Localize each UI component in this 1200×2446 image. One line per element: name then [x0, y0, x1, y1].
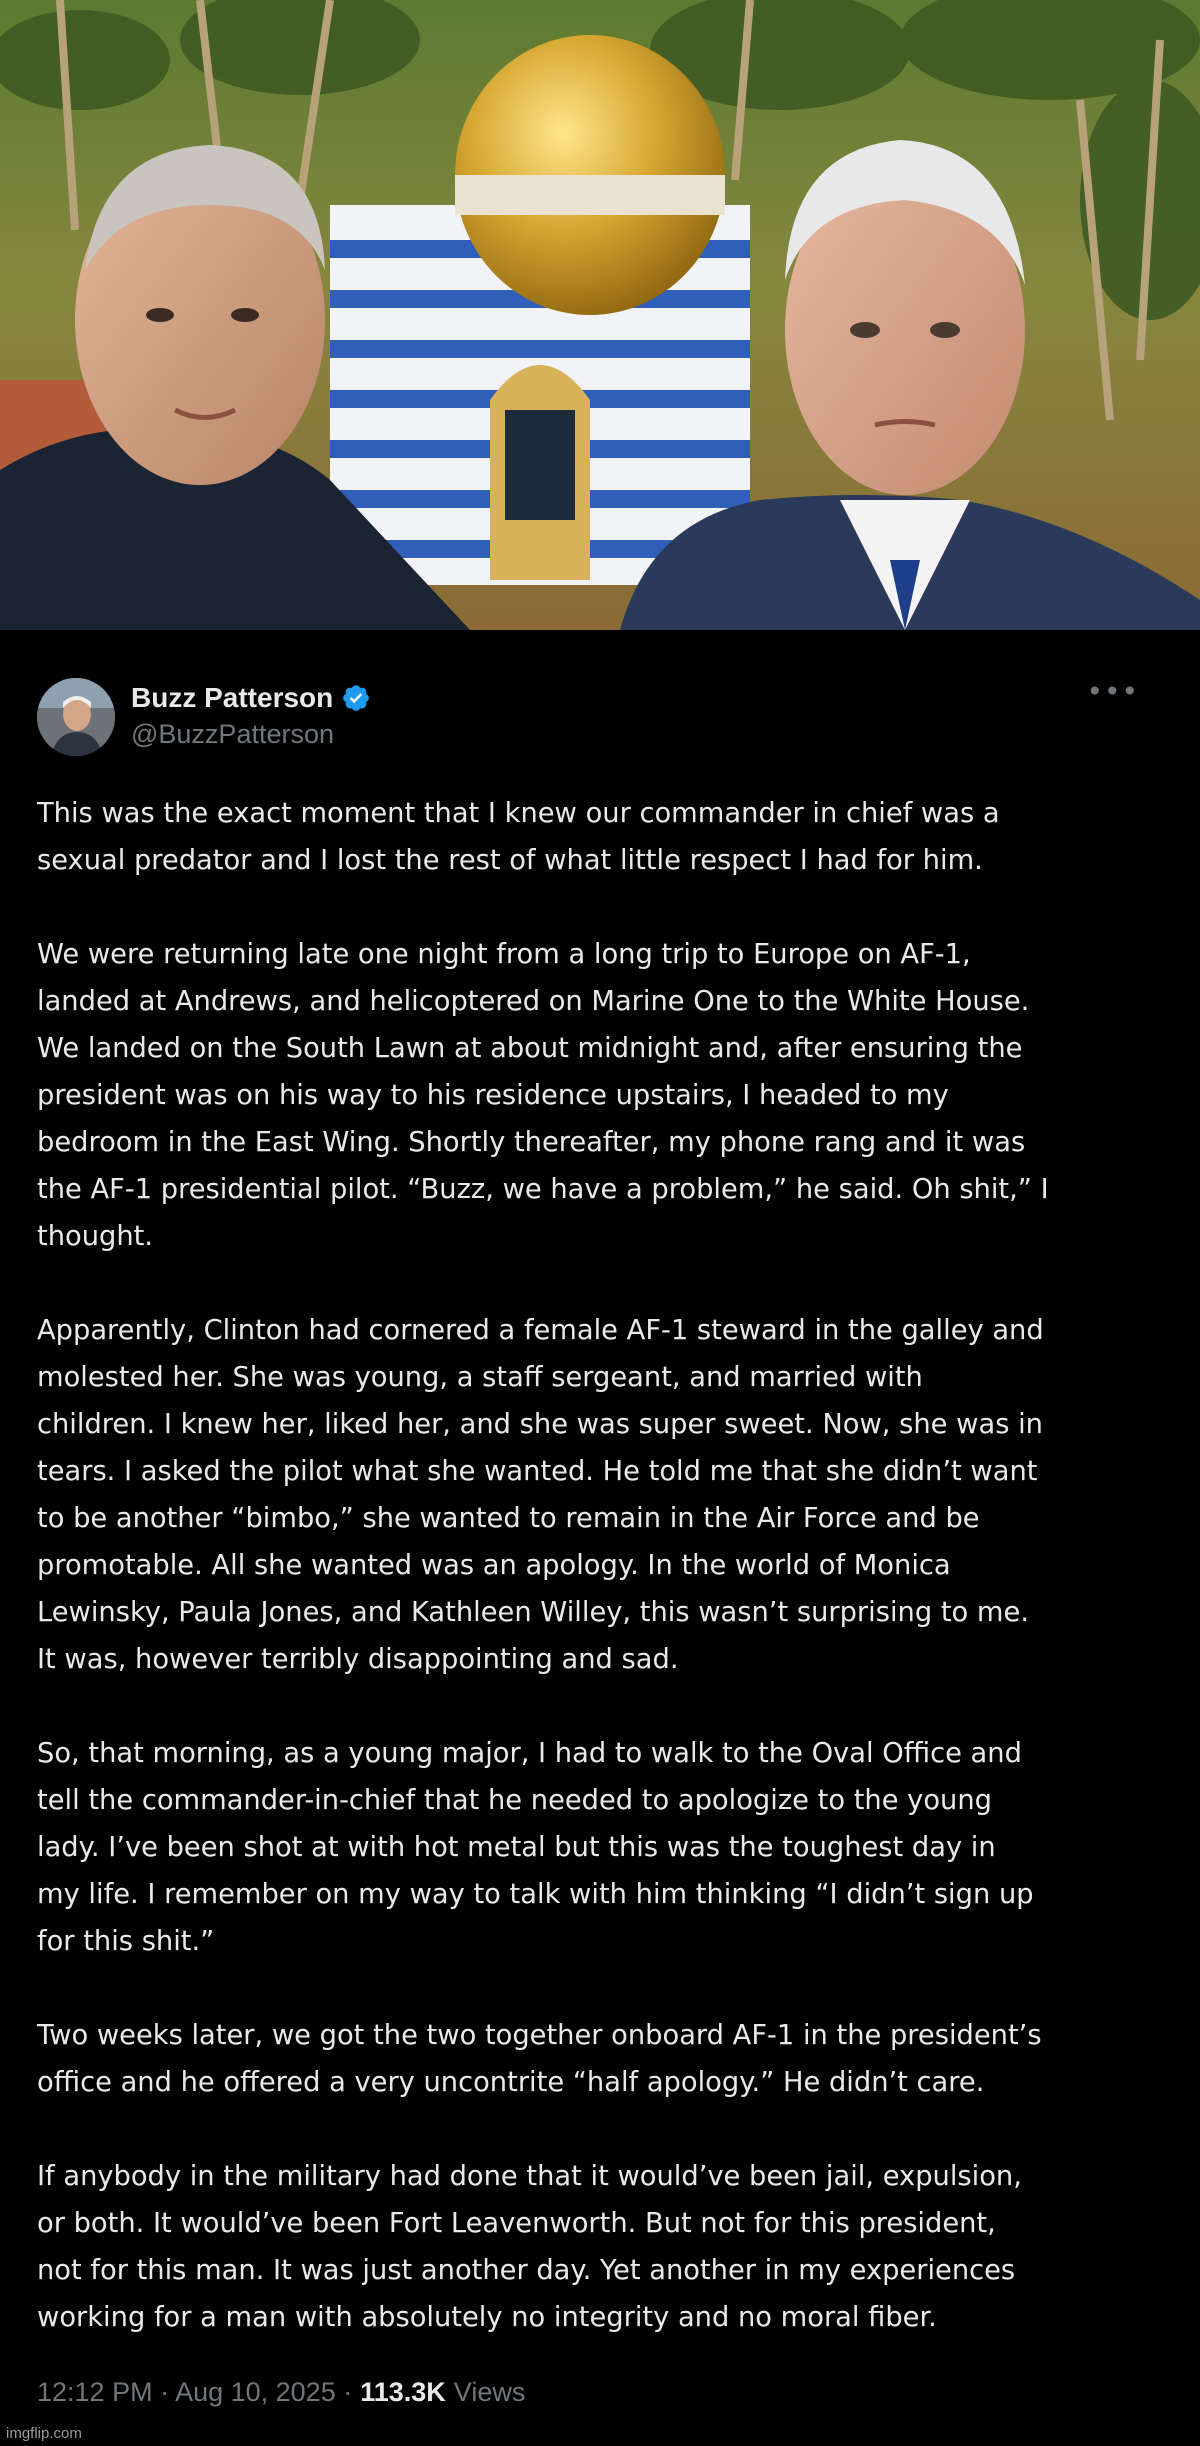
views-count[interactable]: 113.3K	[360, 2377, 446, 2408]
text-line: We were returning late one night from a …	[37, 939, 971, 970]
text-line: Apparently, Clinton had cornered a femal…	[37, 1315, 1044, 1346]
text-line: for this shit.”	[37, 1926, 215, 1957]
text-line: We landed on the South Lawn at about mid…	[37, 1033, 1023, 1064]
text-line: sexual predator and I lost the rest of w…	[37, 845, 983, 876]
text-line: tell the commander-in-chief that he need…	[37, 1785, 992, 1816]
text-line: children. I knew her, liked her, and she…	[37, 1409, 1043, 1440]
text-line: So, that morning, as a young major, I ha…	[37, 1738, 1022, 1769]
text-line: landed at Andrews, and helicoptered on M…	[37, 986, 1030, 1017]
tweet-content: Buzz Patterson @BuzzPatterson ••• This w…	[37, 678, 1157, 2408]
user-handle[interactable]: @BuzzPatterson	[131, 716, 371, 752]
user-meta: Buzz Patterson @BuzzPatterson	[131, 678, 371, 752]
tweet-meta: 12:12 PM · Aug 10, 2025 · 113.3K Views	[37, 2377, 1157, 2408]
text-line: thought.	[37, 1221, 154, 1252]
tweet-timestamp[interactable]: 12:12 PM · Aug 10, 2025 ·	[37, 2377, 352, 2408]
text-line: bedroom in the East Wing. Shortly therea…	[37, 1127, 1026, 1158]
tweet-paragraph: This was the exact moment that I knew ou…	[37, 790, 1157, 884]
tweet-paragraph: We were returning late one night from a …	[37, 931, 1157, 1260]
text-line: not for this man. It was just another da…	[37, 2255, 1016, 2286]
text-line: my life. I remember on my way to talk wi…	[37, 1879, 1034, 1910]
header-photo	[0, 0, 1200, 630]
tweet-text: This was the exact moment that I knew ou…	[37, 790, 1157, 2341]
text-line: promotable. All she wanted was an apolog…	[37, 1550, 951, 1581]
watermark: imgflip.com	[6, 2425, 82, 2442]
tweet-paragraph: Two weeks later, we got the two together…	[37, 2012, 1157, 2106]
text-line: It was, however terribly disappointing a…	[37, 1644, 679, 1675]
tweet-paragraph: If anybody in the military had done that…	[37, 2153, 1157, 2341]
display-name[interactable]: Buzz Patterson	[131, 680, 333, 716]
text-line: president was on his way to his residenc…	[37, 1080, 949, 1111]
text-line: working for a man with absolutely no int…	[37, 2302, 937, 2333]
tweet-paragraph: So, that morning, as a young major, I ha…	[37, 1730, 1157, 1965]
text-line: the AF-1 presidential pilot. “Buzz, we h…	[37, 1174, 1049, 1205]
more-horizontal-icon[interactable]: •••	[1086, 678, 1139, 706]
text-line: Lewinsky, Paula Jones, and Kathleen Will…	[37, 1597, 1029, 1628]
avatar[interactable]	[37, 678, 115, 756]
text-line: or both. It would’ve been Fort Leavenwor…	[37, 2208, 996, 2239]
text-line: tears. I asked the pilot what she wanted…	[37, 1456, 1038, 1487]
name-line: Buzz Patterson	[131, 680, 371, 716]
text-line: Two weeks later, we got the two together…	[37, 2020, 1042, 2051]
tweet-paragraph: Apparently, Clinton had cornered a femal…	[37, 1307, 1157, 1683]
tweet-header: Buzz Patterson @BuzzPatterson •••	[37, 678, 1157, 762]
text-line: molested her. She was young, a staff ser…	[37, 1362, 923, 1393]
verified-badge-icon	[341, 683, 371, 713]
tweet-card: Buzz Patterson @BuzzPatterson ••• This w…	[0, 630, 1200, 2446]
text-line: If anybody in the military had done that…	[37, 2161, 1022, 2192]
text-line: This was the exact moment that I knew ou…	[37, 798, 1000, 829]
views-label: Views	[453, 2377, 526, 2407]
text-line: office and he offered a very uncontrite …	[37, 2067, 985, 2098]
text-line: lady. I’ve been shot at with hot metal b…	[37, 1832, 996, 1863]
text-line: to be another “bimbo,” she wanted to rem…	[37, 1503, 980, 1534]
